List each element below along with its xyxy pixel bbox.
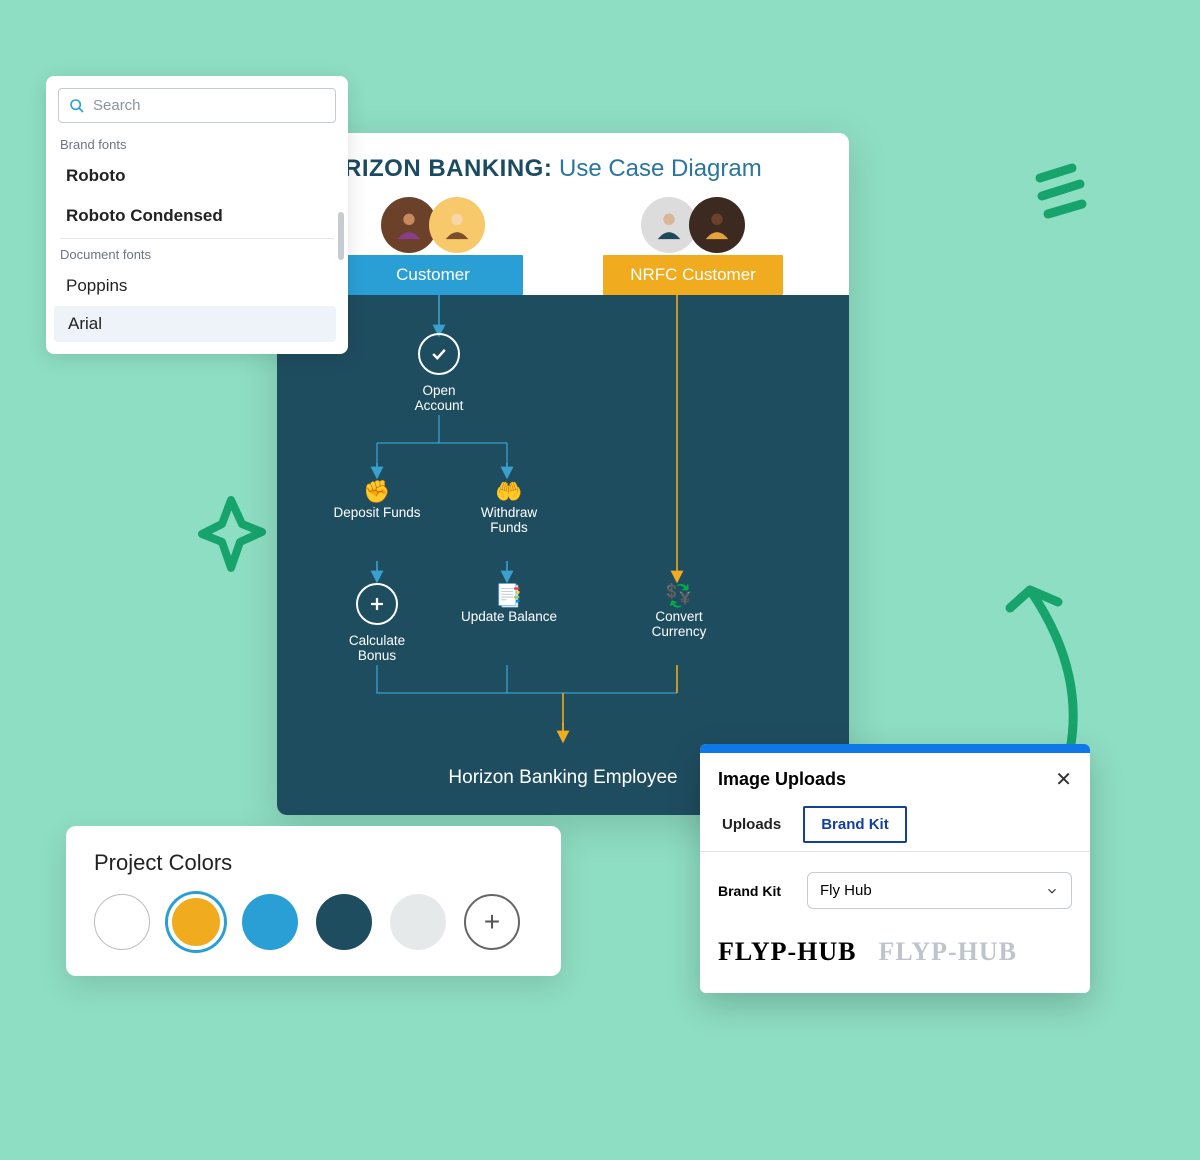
check-icon bbox=[418, 333, 460, 375]
brand-logo-dark[interactable]: FLYP-HUB bbox=[718, 937, 857, 967]
close-icon[interactable]: ✕ bbox=[1055, 767, 1072, 792]
color-swatch-navy[interactable] bbox=[316, 894, 372, 950]
color-swatch-white[interactable] bbox=[94, 894, 150, 950]
doodle-sparkle bbox=[196, 494, 266, 574]
scrollbar-thumb[interactable] bbox=[338, 212, 344, 260]
diagram-subtitle: Use Case Diagram bbox=[552, 155, 761, 182]
color-swatch-blue[interactable] bbox=[242, 894, 298, 950]
node-calc-bonus: Calculate Bonus bbox=[329, 583, 425, 663]
font-item-arial[interactable]: Arial bbox=[54, 306, 336, 342]
node-open-account: Open Account bbox=[397, 333, 481, 413]
font-item-poppins[interactable]: Poppins bbox=[46, 266, 348, 306]
diagram-title: HORIZON BANKING: Use Case Diagram bbox=[277, 133, 849, 197]
customer-label: Customer bbox=[343, 255, 523, 295]
color-swatch-yellow[interactable] bbox=[168, 894, 224, 950]
hand-coin-icon: ✊ bbox=[333, 479, 421, 505]
brandkit-label: Brand Kit bbox=[718, 883, 781, 899]
tab-brand-kit[interactable]: Brand Kit bbox=[803, 806, 907, 843]
brand-logo-light[interactable]: FLYP-HUB bbox=[879, 937, 1018, 967]
plus-icon bbox=[356, 583, 398, 625]
avatar-icon bbox=[689, 197, 745, 253]
tab-uploads[interactable]: Uploads bbox=[718, 806, 785, 851]
doodle-arrow bbox=[980, 560, 1100, 760]
balance-icon: 📑 bbox=[459, 583, 559, 609]
font-item-roboto-condensed[interactable]: Roboto Condensed bbox=[46, 196, 348, 236]
actor-customer: Customer bbox=[343, 197, 523, 295]
panel-accent-bar bbox=[700, 744, 1090, 753]
diagram-connectors bbox=[277, 295, 849, 815]
doodle-speed-lines bbox=[1030, 160, 1100, 226]
diagram-body: Open Account ✊ Deposit Funds 🤲 Withdraw … bbox=[277, 295, 849, 815]
brand-fonts-label: Brand fonts bbox=[46, 131, 348, 156]
node-convert-currency: 💱 Convert Currency bbox=[627, 583, 731, 639]
currency-icon: 💱 bbox=[627, 583, 731, 609]
nrfc-label: NRFC Customer bbox=[603, 255, 783, 295]
project-colors-panel: Project Colors + bbox=[66, 826, 561, 976]
actor-nrfc: NRFC Customer bbox=[603, 197, 783, 295]
avatar-icon bbox=[429, 197, 485, 253]
font-picker-panel: Brand fonts Roboto Roboto Condensed Docu… bbox=[46, 76, 348, 354]
project-colors-title: Project Colors bbox=[94, 850, 533, 876]
search-icon bbox=[69, 98, 85, 114]
withdraw-icon: 🤲 bbox=[461, 479, 557, 505]
font-search[interactable] bbox=[58, 88, 336, 123]
brandkit-select[interactable]: Fly Hub bbox=[807, 872, 1072, 909]
brandkit-value: Fly Hub bbox=[820, 882, 872, 899]
document-fonts-label: Document fonts bbox=[46, 241, 348, 266]
diagram-card: HORIZON BANKING: Use Case Diagram Custom… bbox=[277, 133, 849, 815]
chevron-down-icon bbox=[1045, 884, 1059, 898]
search-input[interactable] bbox=[93, 97, 325, 114]
node-update-balance: 📑 Update Balance bbox=[459, 583, 559, 624]
image-uploads-panel: Image Uploads ✕ Uploads Brand Kit Brand … bbox=[700, 744, 1090, 993]
node-withdraw-funds: 🤲 Withdraw Funds bbox=[461, 479, 557, 535]
color-swatch-grey[interactable] bbox=[390, 894, 446, 950]
image-uploads-title: Image Uploads bbox=[718, 769, 846, 790]
add-color-button[interactable]: + bbox=[464, 894, 520, 950]
node-deposit-funds: ✊ Deposit Funds bbox=[333, 479, 421, 520]
font-item-roboto[interactable]: Roboto bbox=[46, 156, 348, 196]
